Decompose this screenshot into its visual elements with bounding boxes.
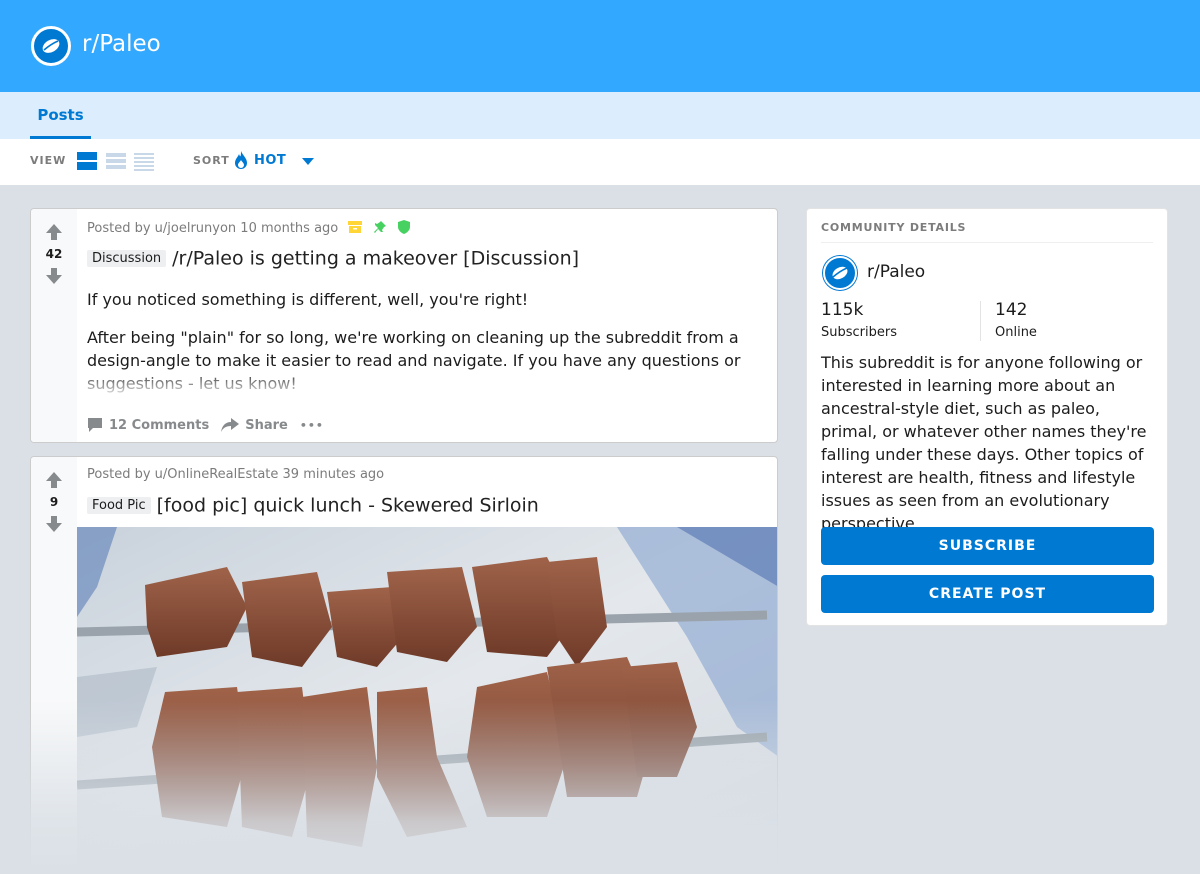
- archive-icon: [348, 221, 363, 233]
- post-title[interactable]: Discussion/r/Paleo is getting a makeover…: [87, 247, 579, 270]
- post-flair[interactable]: Discussion: [87, 250, 167, 267]
- community-details-header: COMMUNITY DETAILS: [821, 221, 1153, 243]
- vote-column: 9: [31, 457, 77, 874]
- downvote-icon[interactable]: [45, 267, 63, 285]
- more-options-icon: •••: [299, 418, 324, 432]
- post-title[interactable]: Food Pic [food pic] quick lunch - Skewere…: [87, 494, 539, 517]
- post-body-line: If you noticed something is different, w…: [87, 290, 529, 309]
- classic-view-icon[interactable]: [106, 152, 126, 171]
- online-label: Online: [995, 325, 1037, 340]
- downvote-icon[interactable]: [45, 515, 63, 533]
- flame-icon: [235, 151, 247, 169]
- tab-posts[interactable]: Posts: [30, 92, 91, 139]
- skewered-sirloin-photo: [77, 527, 777, 867]
- comments-button[interactable]: 12 Comments: [87, 417, 209, 433]
- upvote-icon[interactable]: [45, 223, 63, 241]
- share-label: Share: [245, 417, 288, 433]
- online-count: 142: [995, 300, 1028, 320]
- post-meta: Posted by u/joelrunyon 10 months ago: [87, 220, 411, 236]
- sort-dropdown[interactable]: HOT: [234, 151, 286, 169]
- compact-view-icon[interactable]: [134, 152, 154, 171]
- pin-icon: [373, 221, 386, 233]
- post-flair[interactable]: Food Pic: [87, 497, 151, 514]
- post-card[interactable]: 9 Posted by u/OnlineRealEstate 39 minute…: [30, 456, 778, 874]
- sort-value: HOT: [254, 152, 287, 168]
- create-post-button[interactable]: CREATE POST: [821, 575, 1154, 613]
- community-name[interactable]: r/Paleo: [867, 262, 925, 282]
- post-title-text[interactable]: [food pic] quick lunch - Skewered Sirloi…: [157, 495, 539, 517]
- body-fade: [77, 369, 777, 399]
- subreddit-title[interactable]: r/Paleo: [82, 31, 161, 57]
- upvote-icon[interactable]: [45, 471, 63, 489]
- community-description: This subreddit is for anyone following o…: [821, 353, 1147, 533]
- vote-count: 9: [49, 495, 59, 509]
- more-options-button[interactable]: •••: [300, 419, 324, 432]
- subscribe-button[interactable]: SUBSCRIBE: [821, 527, 1154, 565]
- share-icon: [221, 418, 240, 432]
- post-image[interactable]: [77, 527, 777, 867]
- share-button[interactable]: Share: [221, 418, 288, 433]
- post-actions: 12 Comments Share •••: [87, 417, 336, 433]
- top-header: r/Paleo: [0, 0, 1200, 92]
- post-title-text[interactable]: /r/Paleo is getting a makeover [Discussi…: [172, 248, 579, 270]
- view-sort-bar: VIEW SORT HOT: [0, 139, 1200, 185]
- stat-divider: [980, 301, 981, 341]
- community-logo-icon[interactable]: [823, 256, 857, 290]
- comments-label: 12 Comments: [109, 417, 210, 433]
- community-details-card: COMMUNITY DETAILS r/Paleo 115k Subscribe…: [806, 208, 1168, 626]
- comment-icon: [88, 418, 102, 432]
- subscribers-label: Subscribers: [821, 325, 897, 340]
- sort-label: SORT: [193, 154, 230, 167]
- subreddit-logo-icon[interactable]: [31, 26, 71, 66]
- subscribers-count: 115k: [821, 300, 864, 320]
- card-view-icon[interactable]: [77, 152, 97, 171]
- view-label: VIEW: [30, 154, 67, 167]
- vote-count: 42: [45, 247, 63, 261]
- chevron-down-icon[interactable]: [302, 158, 314, 166]
- post-card[interactable]: 42 Posted by u/joelrunyon 10 months ago …: [30, 208, 778, 443]
- tab-bar: Posts: [0, 92, 1200, 139]
- moderator-shield-icon: [397, 220, 410, 234]
- post-meta[interactable]: Posted by u/OnlineRealEstate 39 minutes …: [87, 467, 384, 482]
- post-meta-text[interactable]: Posted by u/joelrunyon 10 months ago: [87, 221, 338, 236]
- vote-column: 42: [31, 209, 77, 442]
